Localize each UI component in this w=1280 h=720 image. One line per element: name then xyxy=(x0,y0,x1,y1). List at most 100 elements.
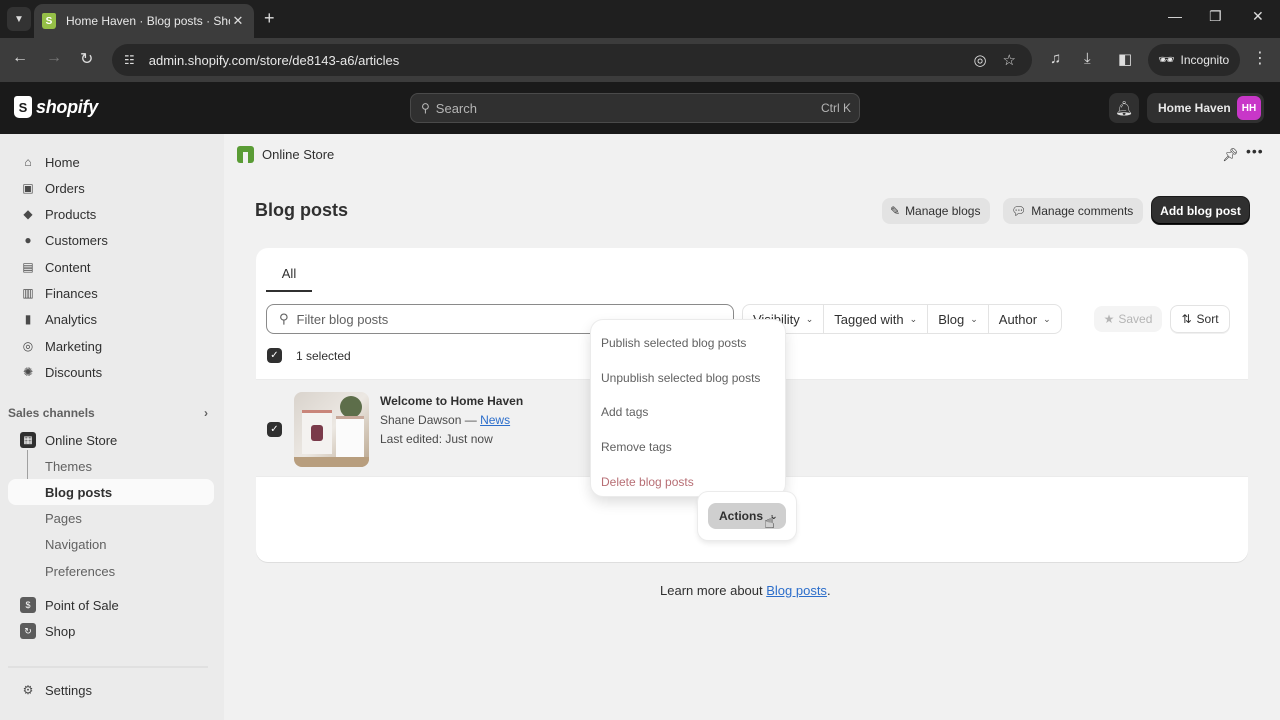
row-checkbox[interactable]: ✓ xyxy=(267,422,282,437)
search-placeholder: Search xyxy=(435,100,477,116)
sidebar-item-analytics[interactable]: ▮ Analytics xyxy=(8,306,214,332)
bank-icon: ▥ xyxy=(22,286,34,300)
store-menu-button[interactable]: Home Haven HH xyxy=(1147,93,1264,123)
notifications-button[interactable]: 🔔︎ xyxy=(1109,93,1139,123)
sidebar-item-marketing[interactable]: ◎ Marketing xyxy=(8,333,214,359)
post-blog-link[interactable]: News xyxy=(480,413,510,427)
post-title[interactable]: Welcome to Home Haven xyxy=(380,394,523,408)
sort-button[interactable]: ⇅ Sort xyxy=(1170,305,1230,333)
minimize-icon[interactable]: — xyxy=(1168,8,1182,24)
chevron-down-icon: ▼ xyxy=(14,13,24,25)
avatar: HH xyxy=(1237,96,1261,120)
close-tab-icon[interactable]: ✕ xyxy=(230,13,246,29)
sidebar-subitem-preferences[interactable]: Preferences xyxy=(8,558,214,584)
incognito-icon: 🕶 xyxy=(1158,52,1175,67)
footer-prefix: Learn more about xyxy=(660,583,767,598)
blog-posts-help-link[interactable]: Blog posts xyxy=(766,583,827,598)
shopify-logo[interactable]: S shopify xyxy=(14,96,98,118)
restore-icon[interactable]: ❐ xyxy=(1209,8,1222,25)
sidebar-subitem-pages[interactable]: Pages xyxy=(8,505,214,531)
sidebar-item-discounts[interactable]: ✺ Discounts xyxy=(8,359,214,385)
store-name: Home Haven xyxy=(1158,101,1231,115)
menu-item-unpublish[interactable]: Unpublish selected blog posts xyxy=(591,361,785,396)
sidebar-subitem-navigation[interactable]: Navigation xyxy=(8,531,214,557)
breadcrumb-label: Online Store xyxy=(262,147,335,162)
image-icon: ▤ xyxy=(22,260,34,274)
filter-author[interactable]: Author ⌄ xyxy=(989,305,1061,333)
media-controls-icon[interactable]: ♫ xyxy=(1050,50,1061,67)
filter-tagged-with[interactable]: Tagged with ⌄ xyxy=(824,305,929,333)
button-label: Actions xyxy=(719,509,764,523)
admin-top-bar: S shopify ⚲ Search Ctrl K 🔔︎ Home Haven … xyxy=(0,82,1280,134)
sidebar-item-label: Orders xyxy=(45,180,85,196)
sidebar-item-shop[interactable]: ↻ Shop xyxy=(8,618,214,644)
sidebar-item-products[interactable]: ◆ Products xyxy=(8,201,214,227)
reload-icon[interactable]: ↻ xyxy=(80,49,93,69)
menu-item-add-tags[interactable]: Add tags xyxy=(591,395,785,430)
bulk-actions-bar: Actions ⌄ xyxy=(698,492,796,540)
post-meta: Shane Dawson — News xyxy=(380,413,510,427)
saved-button[interactable]: ★ Saved xyxy=(1094,306,1162,332)
section-label: Sales channels xyxy=(8,406,95,420)
address-bar[interactable]: ☷ admin.shopify.com/store/de8143-a6/arti… xyxy=(112,44,1032,76)
sales-channels-header[interactable]: Sales channels › xyxy=(8,406,208,420)
new-tab-button[interactable]: + xyxy=(264,9,275,27)
button-label: Sort xyxy=(1196,312,1219,326)
sidebar-item-label: Online Store xyxy=(45,432,118,448)
sidebar-item-settings[interactable]: ⚙ Settings xyxy=(8,677,214,703)
forward-icon[interactable]: → xyxy=(46,49,62,67)
tab-search-button[interactable]: ▼ xyxy=(7,7,31,31)
shopify-bag-icon: S xyxy=(14,96,32,118)
bell-icon: 🔔︎ xyxy=(1115,99,1133,116)
select-all-checkbox[interactable]: ✓ xyxy=(267,348,282,363)
gear-icon: ⚙ xyxy=(22,683,34,697)
pin-icon[interactable]: 📌︎ xyxy=(1222,147,1239,163)
manage-comments-button[interactable]: 💬︎ Manage comments xyxy=(1003,198,1144,224)
close-window-icon[interactable]: ✕ xyxy=(1252,8,1264,25)
add-blog-post-button[interactable]: Add blog post xyxy=(1152,197,1249,224)
browser-menu-icon[interactable]: ⋮ xyxy=(1252,48,1268,68)
more-options-icon[interactable]: ••• xyxy=(1246,143,1264,159)
back-icon[interactable]: ← xyxy=(12,49,28,67)
side-panel-icon[interactable]: ◧ xyxy=(1118,50,1132,68)
url-text[interactable]: admin.shopify.com/store/de8143-a6/articl… xyxy=(149,53,974,68)
download-icon[interactable]: ⤓ xyxy=(1084,50,1091,67)
global-search[interactable]: ⚲ Search Ctrl K xyxy=(410,93,860,123)
sidebar-item-finances[interactable]: ▥ Finances xyxy=(8,280,214,306)
manage-blogs-button[interactable]: ✎ Manage blogs xyxy=(882,198,991,224)
post-author: Shane Dawson xyxy=(380,413,462,427)
sort-arrows-icon: ⇅ xyxy=(1181,312,1192,326)
tab-all[interactable]: All xyxy=(266,256,312,292)
sidebar-item-label: Settings xyxy=(45,682,92,698)
discount-icon: ✺ xyxy=(22,365,34,379)
incognito-indicator[interactable]: 🕶 Incognito xyxy=(1148,44,1240,76)
sidebar-item-label: Analytics xyxy=(45,311,98,327)
button-label: Manage blogs xyxy=(905,204,981,218)
sidebar-subitem-themes[interactable]: Themes xyxy=(8,453,214,479)
bookmark-star-icon[interactable]: ☆ xyxy=(1003,51,1016,69)
home-icon: ⌂ xyxy=(24,155,32,169)
sidebar-item-customers[interactable]: ● Customers xyxy=(8,227,214,253)
sidebar-item-label: Finances xyxy=(45,285,98,301)
menu-item-remove-tags[interactable]: Remove tags xyxy=(591,430,785,465)
chevron-right-icon: › xyxy=(204,406,208,420)
edit-document-icon: ✎ xyxy=(890,204,901,218)
eye-off-icon[interactable]: ◎ xyxy=(973,51,986,69)
browser-tab[interactable]: S Home Haven · Blog posts · Shopify ✕ xyxy=(34,4,254,38)
comment-icon: 💬︎ xyxy=(1011,204,1027,218)
sidebar-item-home[interactable]: ⌂ Home xyxy=(8,149,214,175)
site-info-icon[interactable]: ☷ xyxy=(124,53,135,67)
sidebar-item-online-store[interactable]: ▦ Online Store xyxy=(8,427,214,453)
breadcrumb[interactable]: Online Store xyxy=(237,146,334,163)
sidebar-item-label: Point of Sale xyxy=(45,597,119,613)
sidebar-item-orders[interactable]: ▣ Orders xyxy=(8,175,214,201)
storefront-icon: ▦ xyxy=(20,432,36,448)
button-label: Saved xyxy=(1118,312,1153,326)
footer-suffix: . xyxy=(826,583,831,598)
sidebar-subitem-blog-posts[interactable]: Blog posts xyxy=(8,479,214,505)
filter-blog[interactable]: Blog ⌄ xyxy=(928,305,989,333)
sidebar-item-label: Home xyxy=(45,154,80,170)
sidebar-item-label: Shop xyxy=(45,623,76,639)
menu-item-publish[interactable]: Publish selected blog posts xyxy=(591,326,785,361)
sidebar-item-content[interactable]: ▤ Content xyxy=(8,254,214,280)
